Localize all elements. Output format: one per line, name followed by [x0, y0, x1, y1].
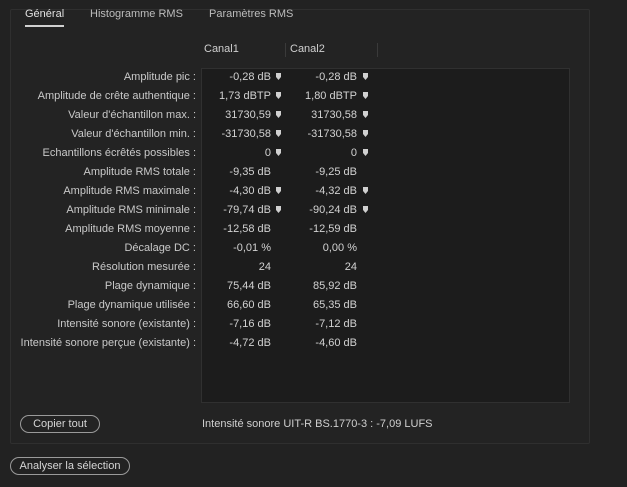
channel2-value: -9,25 dB	[315, 166, 357, 178]
channel2-value: 0	[350, 147, 357, 159]
location-pin-icon[interactable]	[276, 206, 281, 213]
row-label: Plage dynamique :	[104, 280, 196, 292]
channel1-value: -31730,58	[221, 128, 271, 140]
tab-rms-settings[interactable]: Paramètres RMS	[209, 8, 293, 20]
location-pin-icon[interactable]	[363, 92, 368, 99]
tab-rms-histogram[interactable]: Histogramme RMS	[90, 8, 183, 20]
channel2-value: -4,60 dB	[315, 337, 357, 349]
channel1-value: 31730,59	[225, 109, 271, 121]
row-label: Amplitude RMS moyenne :	[65, 223, 196, 235]
channel1-value: -12,58 dB	[223, 223, 271, 235]
row-label: Intensité sonore (existante) :	[57, 318, 196, 330]
location-pin-icon[interactable]	[363, 130, 368, 137]
location-pin-icon[interactable]	[363, 149, 368, 156]
channel1-value: -7,16 dB	[229, 318, 271, 330]
location-pin-icon[interactable]	[363, 206, 368, 213]
channel2-value: -90,24 dB	[309, 204, 357, 216]
copy-all-button[interactable]: Copier tout	[20, 415, 100, 433]
row-label: Amplitude de crête authentique :	[37, 90, 196, 102]
location-pin-icon[interactable]	[276, 149, 281, 156]
channel2-value: 85,92 dB	[312, 280, 357, 292]
row-label: Plage dynamique utilisée :	[67, 299, 196, 311]
channel2-value: -0,28 dB	[315, 71, 357, 83]
channel2-value: -7,12 dB	[315, 318, 357, 330]
tab-general[interactable]: Général	[25, 8, 65, 27]
channel2-value: 24	[344, 261, 357, 273]
channel1-value: -79,74 dB	[223, 204, 271, 216]
location-pin-icon[interactable]	[363, 187, 368, 194]
row-label: Intensité sonore perçue (existante) :	[20, 337, 196, 349]
location-pin-icon[interactable]	[276, 111, 281, 118]
channel2-value: 65,35 dB	[312, 299, 357, 311]
row-label: Amplitude pic :	[123, 71, 196, 83]
channel1-value: -4,72 dB	[229, 337, 271, 349]
channel1-value: 1,73 dBTP	[219, 90, 271, 102]
location-pin-icon[interactable]	[276, 187, 281, 194]
channel2-value: 31730,58	[311, 109, 357, 121]
location-pin-icon[interactable]	[363, 73, 368, 80]
channel1-value: 75,44 dB	[226, 280, 271, 292]
location-pin-icon[interactable]	[363, 111, 368, 118]
channel1-value: -0,01 %	[233, 242, 271, 254]
channel1-value: -4,30 dB	[229, 185, 271, 197]
column-header-channel1: Canal1	[204, 43, 239, 55]
channel2-value: -31730,58	[307, 128, 357, 140]
channel2-value: -12,59 dB	[309, 223, 357, 235]
row-label: Décalage DC :	[124, 242, 196, 254]
row-label: Amplitude RMS maximale :	[63, 185, 196, 197]
location-pin-icon[interactable]	[276, 73, 281, 80]
location-pin-icon[interactable]	[276, 130, 281, 137]
column-header-channel2: Canal2	[285, 43, 377, 57]
loudness-readout: Intensité sonore UIT-R BS.1770-3 : -7,09…	[202, 418, 433, 430]
column-header-empty	[377, 43, 570, 57]
channel1-value: -0,28 dB	[229, 71, 271, 83]
channel2-value: 1,80 dBTP	[305, 90, 357, 102]
channel2-value: -4,32 dB	[315, 185, 357, 197]
channel1-value: 0	[264, 147, 271, 159]
row-label: Amplitude RMS totale :	[83, 166, 197, 178]
row-label: Echantillons écrêtés possibles :	[42, 147, 196, 159]
channel1-value: -9,35 dB	[229, 166, 271, 178]
channel2-value: 0,00 %	[322, 242, 357, 254]
channel1-value: 66,60 dB	[226, 299, 271, 311]
location-pin-icon[interactable]	[276, 92, 281, 99]
row-label: Valeur d'échantillon max. :	[68, 109, 196, 121]
analyze-selection-button[interactable]: Analyser la sélection	[10, 457, 130, 475]
row-label: Résolution mesurée :	[92, 261, 196, 273]
channel1-value: 24	[258, 261, 271, 273]
row-label: Amplitude RMS minimale :	[66, 204, 196, 216]
row-label: Valeur d'échantillon min. :	[71, 128, 196, 140]
